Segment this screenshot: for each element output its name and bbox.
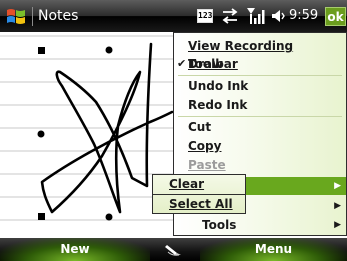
clock[interactable]: 9:59 [289, 7, 318, 25]
menu-item-copy[interactable]: Copy [174, 137, 346, 155]
windows-flag-icon[interactable] [5, 6, 27, 27]
menu-item-redo-ink[interactable]: Redo Ink [174, 96, 346, 114]
handle-top-left [38, 47, 45, 54]
softkey-bar: New Menu [0, 238, 347, 261]
menu-item-paste: Paste [188, 158, 226, 172]
speaker-icon[interactable] [271, 8, 285, 24]
handle-mid-left [37, 130, 45, 138]
chevron-right-icon: ▶ [334, 220, 341, 230]
submenu-item-clear[interactable]: Clear [153, 175, 245, 195]
pen-input-icon[interactable] [165, 242, 183, 257]
signal-bars-icon[interactable] [246, 6, 266, 26]
menu-item-view-recording-toolbar[interactable]: View Recording Toolbar [174, 37, 346, 71]
menu-item-tools[interactable]: Tools ▶ [174, 216, 346, 234]
checkmark-icon: ✔ [177, 57, 187, 70]
menu-softkey-button[interactable]: Menu [200, 238, 347, 261]
clear-submenu: Clear Select All [152, 174, 246, 214]
menu-item-cut[interactable]: Cut [174, 118, 346, 136]
title-separator [32, 7, 33, 26]
chevron-right-icon: ▶ [334, 201, 341, 211]
app-title: Notes [38, 8, 79, 24]
new-softkey-button[interactable]: New [0, 238, 150, 261]
menu-item-draw[interactable]: ✔ Draw [174, 55, 346, 73]
handle-bottom-left [38, 213, 45, 220]
sync-arrows-icon[interactable] [220, 7, 240, 25]
menu-divider [178, 75, 342, 76]
input-mode-indicator[interactable]: 123 [197, 9, 213, 23]
handle-bottom-mid [105, 213, 113, 221]
submenu-item-select-all[interactable]: Select All [153, 195, 245, 214]
menu-divider [178, 116, 342, 117]
menu-item-undo-ink[interactable]: Undo Ink [174, 77, 346, 95]
ok-button[interactable]: ok [325, 7, 346, 26]
title-bar: Notes 123 9:59 ok [0, 0, 347, 32]
chevron-right-icon: ▶ [334, 181, 341, 191]
handle-top-mid [105, 46, 113, 54]
